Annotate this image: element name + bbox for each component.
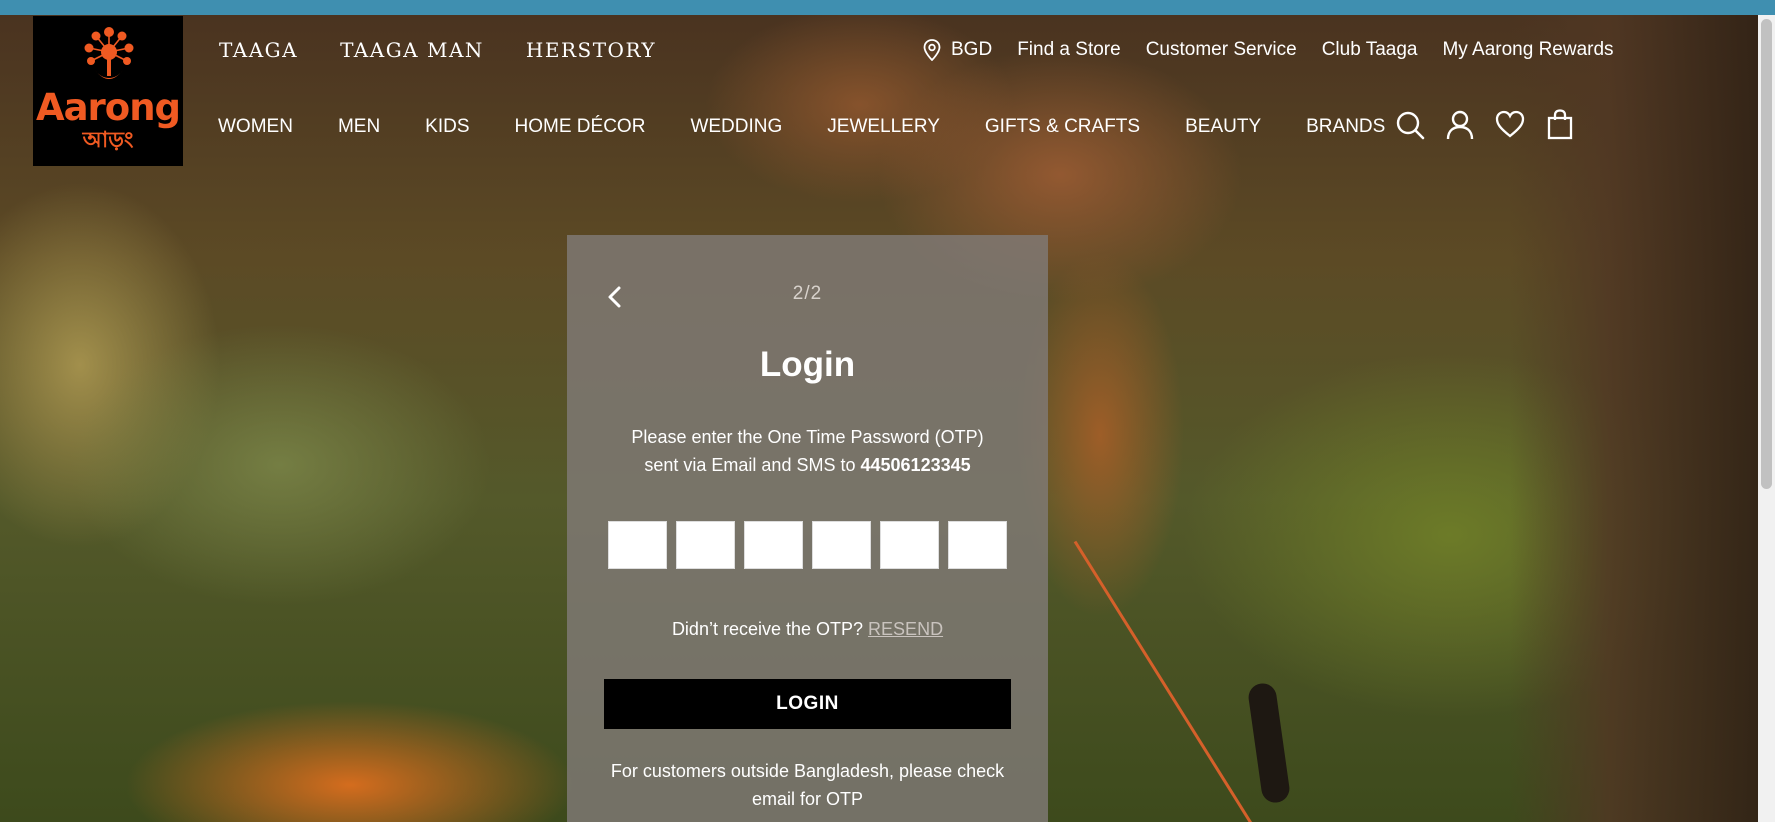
country-code: BGD — [951, 39, 993, 60]
nav-item-beauty[interactable]: BEAUTY — [1185, 113, 1261, 141]
scrollbar-thumb[interactable] — [1761, 19, 1772, 489]
brand-link-herstory[interactable]: HERSTORY — [526, 36, 656, 64]
nav-item-home-decor[interactable]: HOME DÉCOR — [515, 113, 646, 141]
otp-login-modal: 2/2 Login Please enter the One Time Pass… — [567, 235, 1048, 822]
otp-input-group — [608, 521, 1008, 571]
logo-wordmark: Aarong — [35, 86, 181, 129]
modal-title: Login — [759, 345, 856, 384]
page-scrollbar[interactable] — [1758, 15, 1775, 822]
search-icon[interactable] — [1395, 109, 1425, 141]
map-pin-icon — [923, 39, 941, 61]
login-button[interactable]: LOGIN — [604, 679, 1011, 729]
brand-links: TAAGA TAAGA MAN HERSTORY — [219, 36, 698, 64]
phone-number: 44506123345 — [860, 455, 971, 475]
instruction-line-1: Please enter the One Time Password (OTP) — [631, 427, 984, 447]
utility-links: BGD Find a Store Customer Service Club T… — [923, 36, 1614, 64]
hero-shuttle — [1246, 681, 1292, 805]
otp-digit-4[interactable] — [812, 521, 871, 569]
hero-thread — [1073, 540, 1257, 822]
resend-link[interactable]: RESEND — [868, 619, 943, 639]
aarong-logo[interactable]: Aarong আড়ং — [33, 16, 183, 166]
otp-digit-6[interactable] — [948, 521, 1007, 569]
header-icons — [1395, 108, 1575, 142]
instruction-prefix: sent via Email and SMS to — [644, 455, 856, 475]
user-icon[interactable] — [1445, 109, 1475, 141]
club-taaga-link[interactable]: Club Taaga — [1322, 36, 1418, 64]
main-nav: WOMEN MEN KIDS HOME DÉCOR WEDDING JEWELL… — [218, 113, 1430, 141]
nav-item-jewellery[interactable]: JEWELLERY — [827, 113, 940, 141]
step-indicator: 2/2 — [792, 283, 823, 304]
nav-item-women[interactable]: WOMEN — [218, 113, 293, 141]
resend-prompt: Didn’t receive the OTP? — [671, 619, 864, 639]
heart-icon[interactable] — [1495, 109, 1525, 141]
brand-link-taaga[interactable]: TAAGA — [219, 36, 298, 64]
otp-digit-3[interactable] — [744, 521, 803, 569]
nav-item-gifts-crafts[interactable]: GIFTS & CRAFTS — [985, 113, 1140, 141]
nav-item-wedding[interactable]: WEDDING — [690, 113, 782, 141]
brand-link-taaga-man[interactable]: TAAGA MAN — [340, 36, 484, 64]
logo-bangla-text: আড়ং — [82, 127, 134, 152]
top-strip — [0, 0, 1775, 15]
customer-service-link[interactable]: Customer Service — [1146, 36, 1297, 64]
otp-instructions: Please enter the One Time Password (OTP)… — [607, 423, 1008, 479]
resend-line: Didn’t receive the OTP? RESEND — [567, 615, 1048, 643]
otp-digit-5[interactable] — [880, 521, 939, 569]
nav-item-brands[interactable]: BRANDS — [1306, 113, 1385, 141]
find-store-link[interactable]: Find a Store — [1017, 36, 1121, 64]
nav-item-kids[interactable]: KIDS — [425, 113, 469, 141]
outside-bangladesh-note: For customers outside Bangladesh, please… — [610, 761, 1005, 809]
shopping-bag-icon[interactable] — [1545, 109, 1575, 141]
logo-flower-icon — [84, 27, 134, 79]
instruction-line-2: sent via Email and SMS to 44506123345 — [607, 451, 1008, 479]
rewards-link[interactable]: My Aarong Rewards — [1442, 36, 1613, 64]
otp-digit-1[interactable] — [608, 521, 667, 569]
country-selector[interactable]: BGD — [923, 36, 992, 64]
nav-item-men[interactable]: MEN — [338, 113, 380, 141]
otp-digit-2[interactable] — [676, 521, 735, 569]
